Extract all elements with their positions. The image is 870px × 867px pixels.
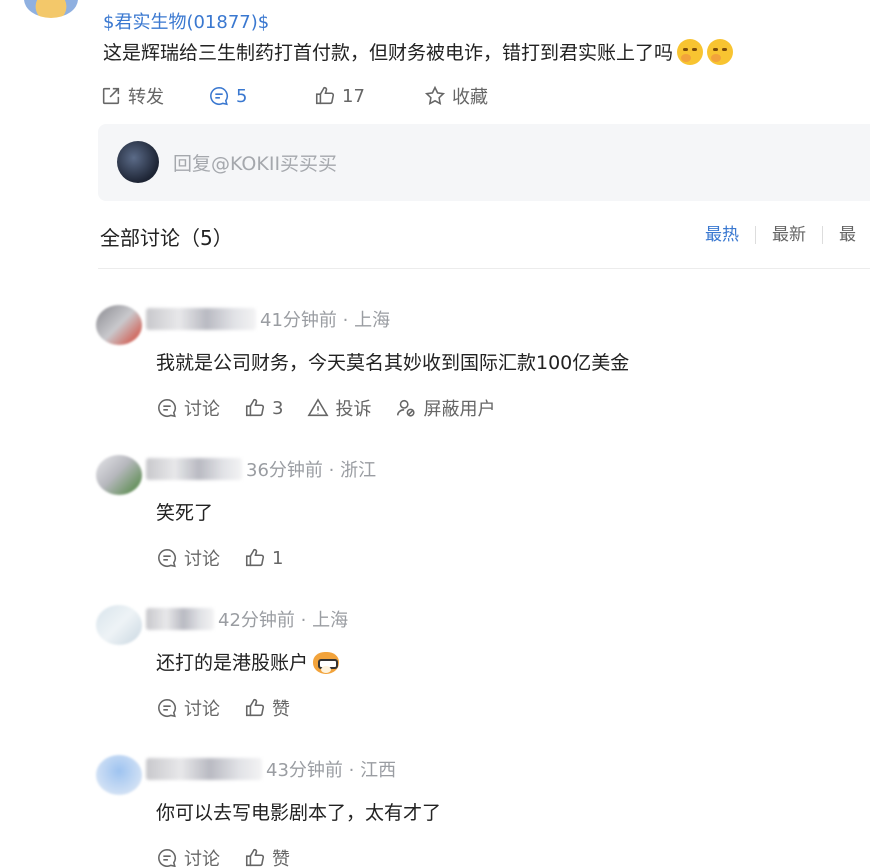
discuss-label: 讨论	[184, 699, 220, 720]
blurred-username	[146, 458, 242, 480]
post-content: 这是辉瑞给三生制药打首付款，但财务被电诈，错打到君实账上了吗	[103, 38, 734, 65]
comment-actions: 讨论 3 投诉 屏蔽用户	[156, 395, 519, 421]
like-button[interactable]: 3	[244, 397, 283, 419]
user-block-icon	[397, 399, 416, 417]
blurred-username	[146, 308, 256, 330]
discuss-button[interactable]: 讨论	[156, 395, 220, 421]
avatar[interactable]	[96, 605, 142, 645]
star-icon	[424, 85, 446, 105]
stock-tag-link[interactable]: $君实生物(01877)$	[103, 8, 269, 34]
like-button[interactable]: 赞	[244, 695, 290, 721]
username-blurred[interactable]: 41分钟前 · 上海	[146, 306, 390, 332]
like-button[interactable]: 赞	[244, 845, 290, 867]
blurred-username	[146, 608, 214, 630]
comment-icon	[158, 548, 176, 568]
discussion-header: 全部讨论（5）	[100, 226, 233, 250]
thumbs-up-icon	[315, 86, 335, 105]
post-author-avatar[interactable]	[24, 0, 78, 18]
comment-meta: 36分钟前 · 浙江	[246, 460, 377, 481]
discuss-label: 讨论	[184, 549, 220, 570]
comment-item: 36分钟前 · 浙江 笑死了 讨论 1	[96, 450, 870, 600]
comment-icon	[158, 698, 176, 718]
sort-tabs: 最热 最新 最	[705, 226, 870, 244]
comment-icon	[210, 86, 228, 106]
post-text: 这是辉瑞给三生制药打首付款，但财务被电诈，错打到君实账上了吗	[103, 42, 674, 64]
favorite-button[interactable]: 收藏	[424, 83, 488, 109]
block-user-button[interactable]: 屏蔽用户	[395, 395, 495, 421]
report-button[interactable]: 投诉	[307, 395, 371, 421]
reply-placeholder: 回复@KOKII买买买	[173, 153, 338, 175]
thumbs-up-icon	[245, 548, 265, 567]
username-blurred[interactable]: 42分钟前 · 上海	[146, 606, 348, 632]
comment-text-content: 还打的是港股账户	[156, 652, 309, 674]
comment-actions: 讨论 赞	[156, 845, 314, 867]
thumbs-up-icon	[245, 398, 265, 417]
share-icon	[102, 87, 120, 105]
comment-meta: 42分钟前 · 上海	[218, 610, 349, 631]
post-actions: 转发 5 17 收藏	[100, 83, 488, 109]
block-label: 屏蔽用户	[423, 399, 496, 420]
report-label: 投诉	[335, 399, 372, 420]
username-blurred[interactable]: 43分钟前 · 江西	[146, 756, 396, 782]
warning-icon	[307, 398, 329, 417]
tab-more[interactable]: 最	[823, 226, 870, 244]
discuss-label: 讨论	[184, 399, 220, 420]
tab-hottest[interactable]: 最热	[705, 226, 756, 244]
like-count: 17	[342, 85, 365, 107]
comment-meta: 41分钟前 · 上海	[260, 310, 391, 331]
share-label: 转发	[128, 87, 164, 108]
comment-button[interactable]: 5	[208, 85, 314, 107]
blurred-username	[146, 758, 262, 780]
current-user-avatar	[117, 141, 159, 183]
comment-count: 5	[236, 85, 248, 107]
avatar[interactable]	[96, 755, 142, 795]
avatar[interactable]	[96, 305, 142, 345]
divider	[98, 268, 870, 269]
comment-text: 你可以去写电影剧本了，太有才了	[156, 802, 442, 824]
username-blurred[interactable]: 36分钟前 · 浙江	[146, 456, 376, 482]
comment-icon	[158, 398, 176, 418]
comment-item: 42分钟前 · 上海 还打的是港股账户 讨论 赞	[96, 600, 870, 750]
comment-actions: 讨论 赞	[156, 695, 314, 721]
like-label: 赞	[272, 849, 290, 867]
comment-icon	[158, 848, 176, 867]
reply-input-box[interactable]: 回复@KOKII买买买	[98, 124, 870, 201]
comment-item: 43分钟前 · 江西 你可以去写电影剧本了，太有才了 讨论 赞	[96, 750, 870, 867]
tab-newest[interactable]: 最新	[756, 226, 823, 244]
comment-actions: 讨论 1	[156, 545, 307, 571]
comment-text: 还打的是港股账户	[156, 648, 340, 675]
thinking-face-icon	[707, 38, 734, 65]
share-button[interactable]: 转发	[100, 83, 208, 109]
thinking-face-icon	[677, 38, 704, 65]
comment-text: 我就是公司财务，今天莫名其妙收到国际汇款100亿美金	[156, 352, 630, 374]
like-count: 1	[272, 547, 284, 569]
thumbs-up-icon	[245, 698, 265, 717]
discuss-button[interactable]: 讨论	[156, 545, 220, 571]
discuss-button[interactable]: 讨论	[156, 845, 220, 867]
comment-text: 笑死了	[156, 502, 214, 524]
like-button[interactable]: 1	[244, 547, 283, 569]
like-button[interactable]: 17	[314, 85, 424, 107]
discuss-button[interactable]: 讨论	[156, 695, 220, 721]
favorite-label: 收藏	[452, 87, 488, 108]
comment-item: 41分钟前 · 上海 我就是公司财务，今天莫名其妙收到国际汇款100亿美金 讨论…	[96, 300, 870, 450]
comment-meta: 43分钟前 · 江西	[266, 760, 397, 781]
like-label: 赞	[272, 699, 290, 720]
like-count: 3	[272, 397, 284, 419]
thumbs-up-icon	[245, 848, 265, 867]
discuss-label: 讨论	[184, 849, 220, 867]
avatar[interactable]	[96, 455, 142, 495]
doge-face-icon	[312, 649, 340, 675]
